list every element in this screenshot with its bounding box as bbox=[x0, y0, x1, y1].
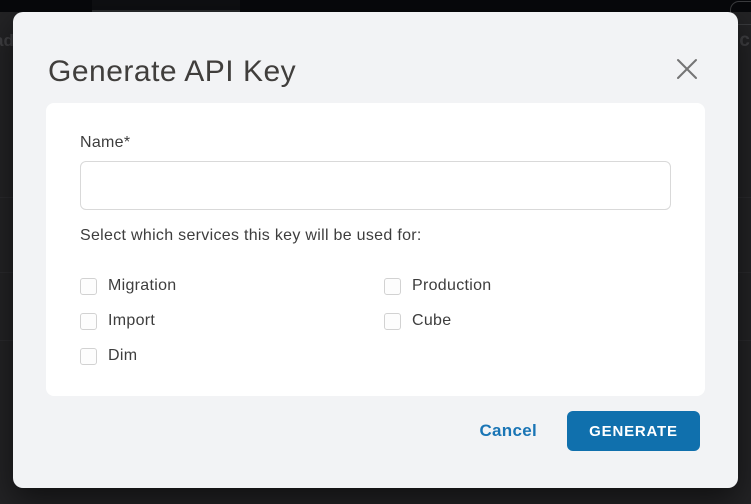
name-label: Name* bbox=[80, 134, 131, 151]
checkbox-icon[interactable] bbox=[80, 347, 97, 365]
screen: ad ic Generate API Key Name* Select whic… bbox=[0, 0, 751, 504]
service-label: Migration bbox=[108, 277, 177, 294]
service-label: Production bbox=[412, 277, 492, 294]
generate-button[interactable]: GENERATE bbox=[567, 411, 700, 451]
service-checkbox-dim[interactable]: Dim bbox=[80, 347, 384, 365]
service-label: Cube bbox=[412, 312, 452, 329]
services-grid: Migration Production Import Cube Dim bbox=[80, 277, 671, 365]
service-label: Dim bbox=[108, 347, 138, 364]
checkbox-icon[interactable] bbox=[384, 277, 401, 295]
service-label: Import bbox=[108, 312, 156, 329]
service-checkbox-production[interactable]: Production bbox=[384, 277, 492, 295]
checkbox-icon[interactable] bbox=[384, 312, 401, 330]
service-checkbox-import[interactable]: Import bbox=[80, 312, 384, 330]
services-prompt: Select which services this key will be u… bbox=[80, 227, 422, 244]
checkbox-icon[interactable] bbox=[80, 277, 97, 295]
service-checkbox-cube[interactable]: Cube bbox=[384, 312, 492, 330]
background-tab bbox=[92, 0, 240, 12]
service-checkbox-migration[interactable]: Migration bbox=[80, 277, 384, 295]
x-icon bbox=[677, 59, 697, 79]
generate-api-key-modal: Generate API Key Name* Select which serv… bbox=[13, 12, 738, 488]
background-header-bar bbox=[0, 0, 751, 25]
checkbox-icon[interactable] bbox=[80, 312, 97, 330]
close-icon[interactable] bbox=[671, 53, 703, 85]
modal-footer: Cancel GENERATE bbox=[479, 411, 700, 451]
background-text-left: ad bbox=[0, 31, 14, 50]
form-card: Name* Select which services this key wil… bbox=[46, 103, 705, 396]
modal-title: Generate API Key bbox=[48, 55, 297, 88]
name-input[interactable] bbox=[80, 161, 671, 210]
cancel-button[interactable]: Cancel bbox=[479, 421, 537, 441]
